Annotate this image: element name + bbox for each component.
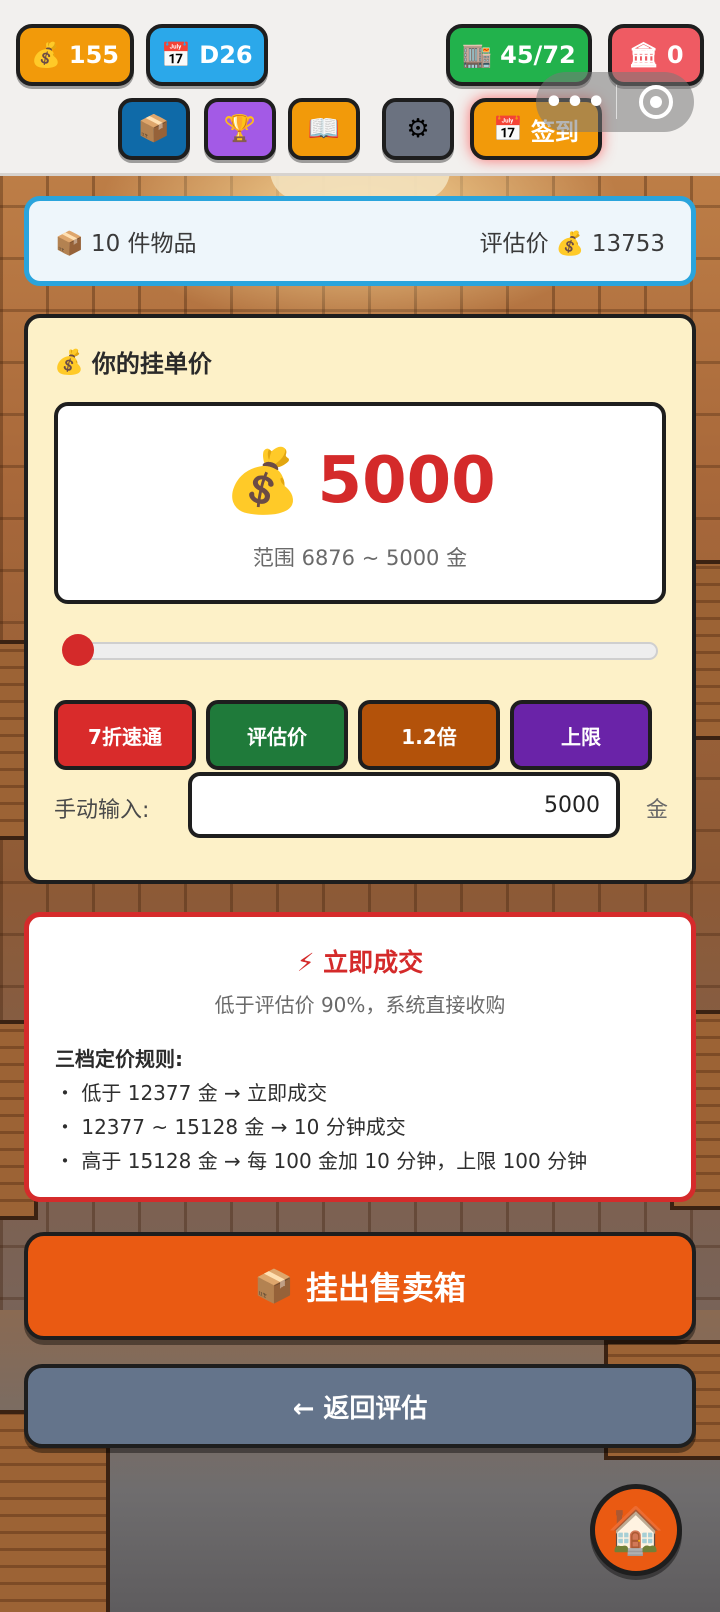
day-badge[interactable]: 📅 D26 bbox=[146, 24, 268, 86]
settings-button[interactable]: ⚙ bbox=[382, 98, 454, 160]
card-title-text: 你的挂单价 bbox=[91, 350, 212, 378]
achievements-button[interactable]: 🏆 bbox=[204, 98, 276, 160]
calendar-icon: 📅 bbox=[161, 41, 192, 69]
estimate-value: 13753 bbox=[591, 231, 665, 257]
quick-price-1.2x-button[interactable]: 1.2倍 bbox=[358, 700, 500, 770]
manual-price-input[interactable] bbox=[188, 772, 620, 838]
sale-mode-title-text: 立即成交 bbox=[323, 948, 424, 977]
warehouse-icon: 🏬 bbox=[462, 41, 493, 69]
back-label: ← 返回评估 bbox=[292, 1393, 428, 1424]
price-slider-knob[interactable] bbox=[62, 634, 94, 666]
home-button[interactable]: 🏠 bbox=[590, 1484, 682, 1576]
back-to-appraisal-button[interactable]: ← 返回评估 bbox=[24, 1364, 696, 1448]
item-count: 📦 10 件物品 bbox=[55, 224, 197, 258]
box-icon: 📦 bbox=[254, 1267, 294, 1305]
manual-input-label: 手动输入: bbox=[54, 798, 150, 823]
manual-unit: 金 bbox=[646, 798, 669, 823]
estimate: 评估价 💰 13753 bbox=[480, 224, 665, 258]
estimate-label: 评估价 bbox=[479, 231, 549, 257]
listing-price-card: 💰 你的挂单价 💰 5000 范围 6876 ~ 5000 金 7折速通 评估价… bbox=[24, 314, 696, 884]
more-dots-icon[interactable]: ••• bbox=[536, 85, 616, 120]
rule-item: ・ 低于 12377 金 → 立即成交 bbox=[55, 1081, 328, 1105]
card-title: 💰 你的挂单价 bbox=[54, 344, 212, 379]
money-bag-icon: 💰 bbox=[224, 444, 302, 517]
box-icon: 📦 bbox=[55, 231, 84, 257]
storage-value: 45/72 bbox=[500, 41, 576, 69]
bank-value: 0 bbox=[666, 41, 684, 69]
inventory-button[interactable]: 📦 bbox=[118, 98, 190, 160]
coins-value: 155 bbox=[68, 41, 119, 69]
money-bag-icon: 💰 bbox=[54, 347, 84, 376]
home-icon: 🏠 bbox=[607, 1502, 665, 1557]
sale-mode-subtitle: 低于评估价 90%，系统直接收购 bbox=[214, 993, 506, 1017]
rules-title: 三档定价规则: bbox=[55, 1047, 183, 1071]
target-icon[interactable] bbox=[639, 85, 673, 119]
listing-summary: 📦 10 件物品 评估价 💰 13753 bbox=[24, 196, 696, 286]
mini-program-capsule: ••• bbox=[536, 72, 694, 132]
price-line: 💰 5000 bbox=[58, 444, 662, 518]
price-range: 范围 6876 ~ 5000 金 bbox=[252, 546, 468, 570]
price-display: 💰 5000 范围 6876 ~ 5000 金 bbox=[54, 402, 666, 604]
lightning-icon: ⚡ bbox=[296, 948, 315, 977]
capsule-divider bbox=[616, 85, 617, 119]
bank-icon: 🏛 bbox=[628, 41, 659, 69]
list-for-sale-button[interactable]: 📦 挂出售卖箱 bbox=[24, 1232, 696, 1340]
list-for-sale-label: 挂出售卖箱 bbox=[305, 1269, 466, 1307]
rule-item: ・ 高于 15128 金 → 每 100 金加 10 分钟，上限 100 分钟 bbox=[55, 1149, 588, 1173]
item-count-text: 10 件物品 bbox=[90, 231, 197, 257]
guide-button[interactable]: 📖 bbox=[288, 98, 360, 160]
coins-badge[interactable]: 💰 155 bbox=[16, 24, 134, 86]
price-value: 5000 bbox=[317, 444, 496, 518]
quick-price-max-button[interactable]: 上限 bbox=[510, 700, 652, 770]
gear-icon: ⚙ bbox=[406, 114, 430, 144]
calendar-icon: 📅 bbox=[493, 115, 523, 143]
quick-price-70-button[interactable]: 7折速通 bbox=[54, 700, 196, 770]
price-slider-track[interactable] bbox=[66, 642, 658, 660]
money-bag-icon: 💰 bbox=[31, 41, 61, 69]
box-icon: 📦 bbox=[137, 114, 171, 144]
top-status-bar: 💰 155 📅 D26 🏬 45/72 🏛 0 📦 🏆 📖 ⚙ 📅 签到 ••• bbox=[0, 0, 720, 176]
trophy-icon: 🏆 bbox=[223, 114, 257, 144]
quick-price-estimate-button[interactable]: 评估价 bbox=[206, 700, 348, 770]
book-icon: 📖 bbox=[307, 114, 341, 144]
sale-info-card: ⚡ 立即成交 低于评估价 90%，系统直接收购 三档定价规则: ・ 低于 123… bbox=[24, 912, 696, 1202]
rule-item: ・ 12377 ~ 15128 金 → 10 分钟成交 bbox=[55, 1115, 406, 1139]
money-bag-icon: 💰 bbox=[555, 231, 585, 257]
day-value: D26 bbox=[199, 41, 253, 69]
sale-mode-title: ⚡ 立即成交 bbox=[29, 943, 691, 979]
